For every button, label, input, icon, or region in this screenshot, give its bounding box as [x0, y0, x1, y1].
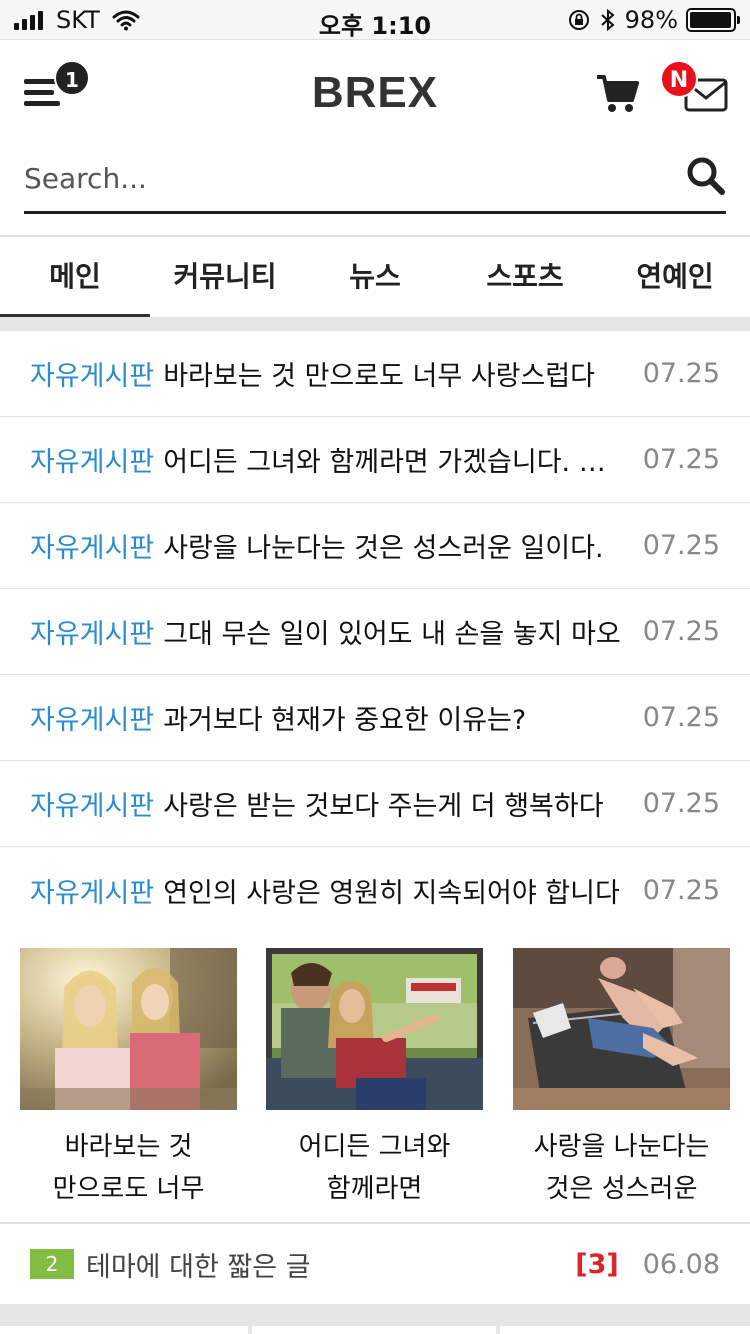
bluetooth-icon: [600, 8, 615, 32]
gallery-caption-line: 어디든 그녀와: [298, 1132, 451, 1162]
gallery-card[interactable]: 바라보는 것 만으로도 너무: [20, 948, 237, 1210]
post-category[interactable]: 자유게시판: [30, 440, 154, 479]
post-category[interactable]: 자유게시판: [30, 526, 154, 565]
gallery-caption[interactable]: 어디든 그녀와 함께라면: [266, 1126, 483, 1210]
battery-percent: 98%: [624, 6, 678, 34]
gallery-caption-line: 것은 성스러운: [545, 1174, 698, 1204]
ranked-post-row[interactable]: 2 테마에 대한 짧은 글 [3] 06.08: [0, 1222, 750, 1304]
search-input[interactable]: [24, 156, 664, 200]
status-bar: SKT 오후 1:10 98%: [0, 0, 750, 40]
list-item[interactable]: 자유게시판 바라보는 것 만으로도 너무 사랑스럽다 07.25: [0, 331, 750, 417]
gallery-caption-line: 만으로도 너무: [52, 1174, 205, 1204]
gallery-card[interactable]: 어디든 그녀와 함께라면: [260, 942, 489, 1210]
next-section-edge: [500, 1326, 750, 1334]
post-title[interactable]: 연인의 사랑은 영원히 지속되어야 합니다: [163, 871, 627, 910]
post-category[interactable]: 자유게시판: [30, 354, 154, 393]
post-category[interactable]: 자유게시판: [30, 698, 154, 737]
post-title[interactable]: 사랑은 받는 것보다 주는게 더 행복하다: [163, 784, 627, 823]
app-header: 1 BREX N: [0, 40, 750, 150]
gallery-thumbnail[interactable]: [513, 948, 730, 1110]
list-item[interactable]: 자유게시판 사랑을 나눈다는 것은 성스러운 일이다. 07.25: [0, 503, 750, 589]
gallery-thumbnail[interactable]: [20, 948, 237, 1110]
tab-celebrity[interactable]: 연예인: [600, 237, 750, 317]
post-title[interactable]: 그대 무슨 일이 있어도 내 손을 놓지 마오: [163, 612, 627, 651]
post-date: 07.25: [642, 444, 720, 475]
list-item[interactable]: 자유게시판 과거보다 현재가 중요한 이유는? 07.25: [0, 675, 750, 761]
post-title[interactable]: 테마에 대한 짧은 글: [86, 1245, 575, 1284]
battery-icon: [686, 8, 740, 32]
post-date: 06.08: [642, 1248, 720, 1280]
post-date: 07.25: [642, 616, 720, 647]
section-divider: [0, 1304, 750, 1334]
list-item[interactable]: 자유게시판 사랑은 받는 것보다 주는게 더 행복하다 07.25: [0, 761, 750, 847]
post-title[interactable]: 어디든 그녀와 함께라면 가겠습니다. 어디든: [163, 440, 627, 479]
post-date: 07.25: [642, 788, 720, 819]
gallery-thumbnail[interactable]: [260, 942, 489, 1116]
post-title[interactable]: 바라보는 것 만으로도 너무 사랑스럽다: [163, 354, 627, 393]
tab-news[interactable]: 뉴스: [300, 237, 450, 317]
post-date: 07.25: [642, 874, 720, 906]
orientation-lock-icon: [568, 10, 589, 30]
post-date: 07.25: [642, 702, 720, 733]
next-section-edge: [0, 1326, 248, 1334]
gallery-caption[interactable]: 바라보는 것 만으로도 너무: [20, 1126, 237, 1210]
list-item[interactable]: 자유게시판 연인의 사랑은 영원히 지속되어야 합니다 07.25: [0, 847, 750, 933]
post-title[interactable]: 과거보다 현재가 중요한 이유는?: [163, 698, 627, 737]
mail-notification-badge: N: [660, 60, 698, 98]
gallery-caption-line: 바라보는 것: [64, 1132, 193, 1162]
cart-icon[interactable]: [596, 74, 640, 114]
next-section-edge: [252, 1326, 496, 1334]
section-divider: [0, 317, 750, 331]
gallery-card[interactable]: 사랑을 나눈다는 것은 성스러운: [513, 948, 730, 1210]
list-item[interactable]: 자유게시판 그대 무슨 일이 있어도 내 손을 놓지 마오 07.25: [0, 589, 750, 675]
post-title[interactable]: 사랑을 나눈다는 것은 성스러운 일이다.: [163, 526, 627, 565]
list-item[interactable]: 자유게시판 어디든 그녀와 함께라면 가겠습니다. 어디든 07.25: [0, 417, 750, 503]
status-right: 98%: [567, 6, 740, 34]
photo-gallery: 바라보는 것 만으로도 너무 어디든 그녀와 함께라면 사랑을 나눈다는 것은 …: [0, 942, 750, 1222]
post-category[interactable]: 자유게시판: [30, 784, 154, 823]
post-list: 자유게시판 바라보는 것 만으로도 너무 사랑스럽다 07.25 자유게시판 어…: [0, 331, 750, 933]
battery-fill: [690, 12, 732, 28]
category-tabs: 메인 커뮤니티 뉴스 스포츠 연예인: [0, 235, 750, 319]
post-category[interactable]: 자유게시판: [30, 871, 154, 910]
search-bar: [24, 150, 726, 214]
gallery-caption-line: 사랑을 나눈다는: [533, 1132, 710, 1162]
gallery-caption[interactable]: 사랑을 나눈다는 것은 성스러운: [513, 1126, 730, 1210]
rank-badge: 2: [30, 1249, 74, 1279]
post-date: 07.25: [642, 530, 720, 561]
tab-main[interactable]: 메인: [0, 237, 150, 319]
post-date: 07.25: [642, 358, 720, 389]
search-icon[interactable]: [686, 156, 726, 196]
gallery-caption-line: 함께라면: [326, 1174, 423, 1204]
comment-count: [3]: [575, 1248, 619, 1280]
tab-community[interactable]: 커뮤니티: [150, 237, 300, 317]
tab-sports[interactable]: 스포츠: [450, 237, 600, 317]
post-category[interactable]: 자유게시판: [30, 612, 154, 651]
